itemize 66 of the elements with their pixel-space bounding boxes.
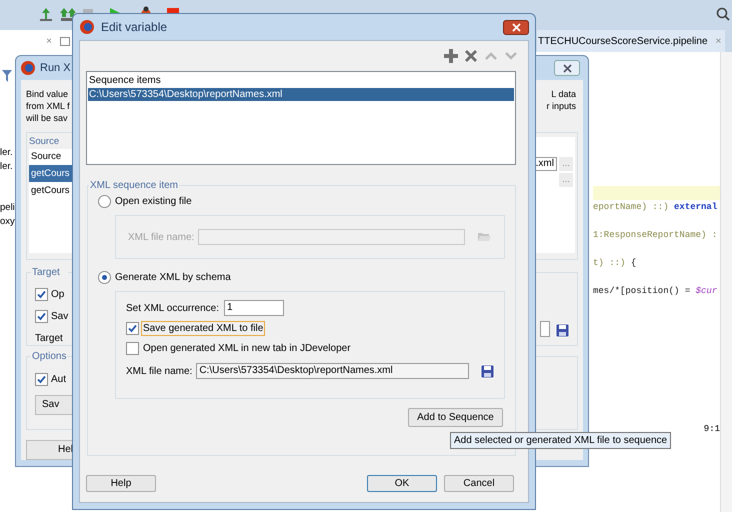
dialog-button[interactable]: OK xyxy=(367,475,437,492)
checkbox[interactable] xyxy=(35,373,48,386)
list-header: Sequence items xyxy=(88,74,162,88)
save-icon[interactable] xyxy=(481,364,494,378)
scrollbar[interactable] xyxy=(720,52,732,512)
tooltip: Add selected or generated XML file to sequence xyxy=(450,432,672,449)
field-label: XML file name: xyxy=(128,230,194,244)
navigator-item[interactable]: peli xyxy=(0,201,17,215)
checkbox[interactable] xyxy=(126,342,139,355)
window-title: Run X xyxy=(40,60,71,76)
app-icon xyxy=(20,60,36,76)
group-legend: Options xyxy=(31,350,68,364)
checkbox[interactable] xyxy=(126,322,139,335)
search-icon[interactable] xyxy=(716,7,730,21)
app-icon xyxy=(79,19,95,35)
editor-tab[interactable]: × xyxy=(0,30,72,52)
radio-label[interactable]: Open existing file xyxy=(115,194,192,209)
group-legend: Target xyxy=(31,266,68,280)
close-icon[interactable]: × xyxy=(46,34,52,48)
field-label: Set XML occurrence: xyxy=(126,302,220,316)
code-line: t) ::) { xyxy=(593,257,638,270)
description-text: will be sav xyxy=(26,112,69,124)
radio-button[interactable] xyxy=(98,195,111,208)
close-icon xyxy=(512,22,520,32)
code-line: eportName) ::) external xyxy=(593,201,718,214)
navigator-item[interactable]: oxy xyxy=(0,215,17,229)
dialog-button[interactable]: Help xyxy=(86,475,156,492)
add-to-sequence-button[interactable]: Add to Sequence xyxy=(408,408,503,427)
code-line: 1:ResponseReportName) : xyxy=(593,229,718,242)
checkbox-label[interactable]: Open generated XML in new tab in JDeveloper xyxy=(141,341,353,356)
navigator-item[interactable]: ler. xyxy=(0,160,17,174)
group-legend: XML sequence item xyxy=(89,179,180,192)
dialog-button[interactable]: Cancel xyxy=(444,475,514,492)
checkbox[interactable] xyxy=(35,288,48,301)
field-label: XML file name: xyxy=(126,364,192,378)
checkbox-label[interactable]: Aut xyxy=(51,372,66,387)
column-header: Source xyxy=(30,150,62,164)
minimize-icon[interactable] xyxy=(60,36,70,46)
occurrence-field[interactable]: 1 xyxy=(224,300,284,316)
radio-label[interactable]: Generate XML by schema xyxy=(115,270,231,285)
filter-icon[interactable] xyxy=(2,70,12,82)
delete-icon[interactable] xyxy=(464,49,478,63)
checkbox-label[interactable]: Op xyxy=(51,287,64,302)
description-text: from XML f xyxy=(26,100,70,112)
close-button[interactable] xyxy=(554,60,580,76)
checkbox[interactable] xyxy=(35,310,48,323)
file-name-field[interactable]: C:\Users\573354\Desktop\reportNames.xml xyxy=(196,363,469,379)
add-icon[interactable] xyxy=(444,49,458,63)
editor-tab[interactable]: TTECHUCourseScoreService.pipeline × xyxy=(537,30,726,52)
field-label: Target xyxy=(35,332,64,346)
close-button[interactable] xyxy=(503,20,529,34)
target-field[interactable] xyxy=(540,321,550,337)
list-item[interactable]: C:\Users\573354\Desktop\reportNames.xml xyxy=(88,88,514,101)
checkbox-label[interactable]: Save generated XML to file xyxy=(141,321,266,336)
checkbox-label[interactable]: Sav xyxy=(51,309,68,324)
file-name-field[interactable] xyxy=(198,229,465,245)
save-icon[interactable] xyxy=(556,324,569,337)
description-text: r inputs xyxy=(546,100,576,112)
window-title: Edit variable xyxy=(101,19,168,36)
code-line: mes/*[position() = $cur xyxy=(593,285,718,298)
navigator-item[interactable]: ler. xyxy=(0,146,17,160)
description-text: L data xyxy=(551,88,576,100)
radio-button[interactable] xyxy=(98,271,111,284)
close-icon xyxy=(562,64,572,72)
cursor-position: 9:1 xyxy=(704,422,720,436)
description-text: Bind value xyxy=(26,88,70,100)
